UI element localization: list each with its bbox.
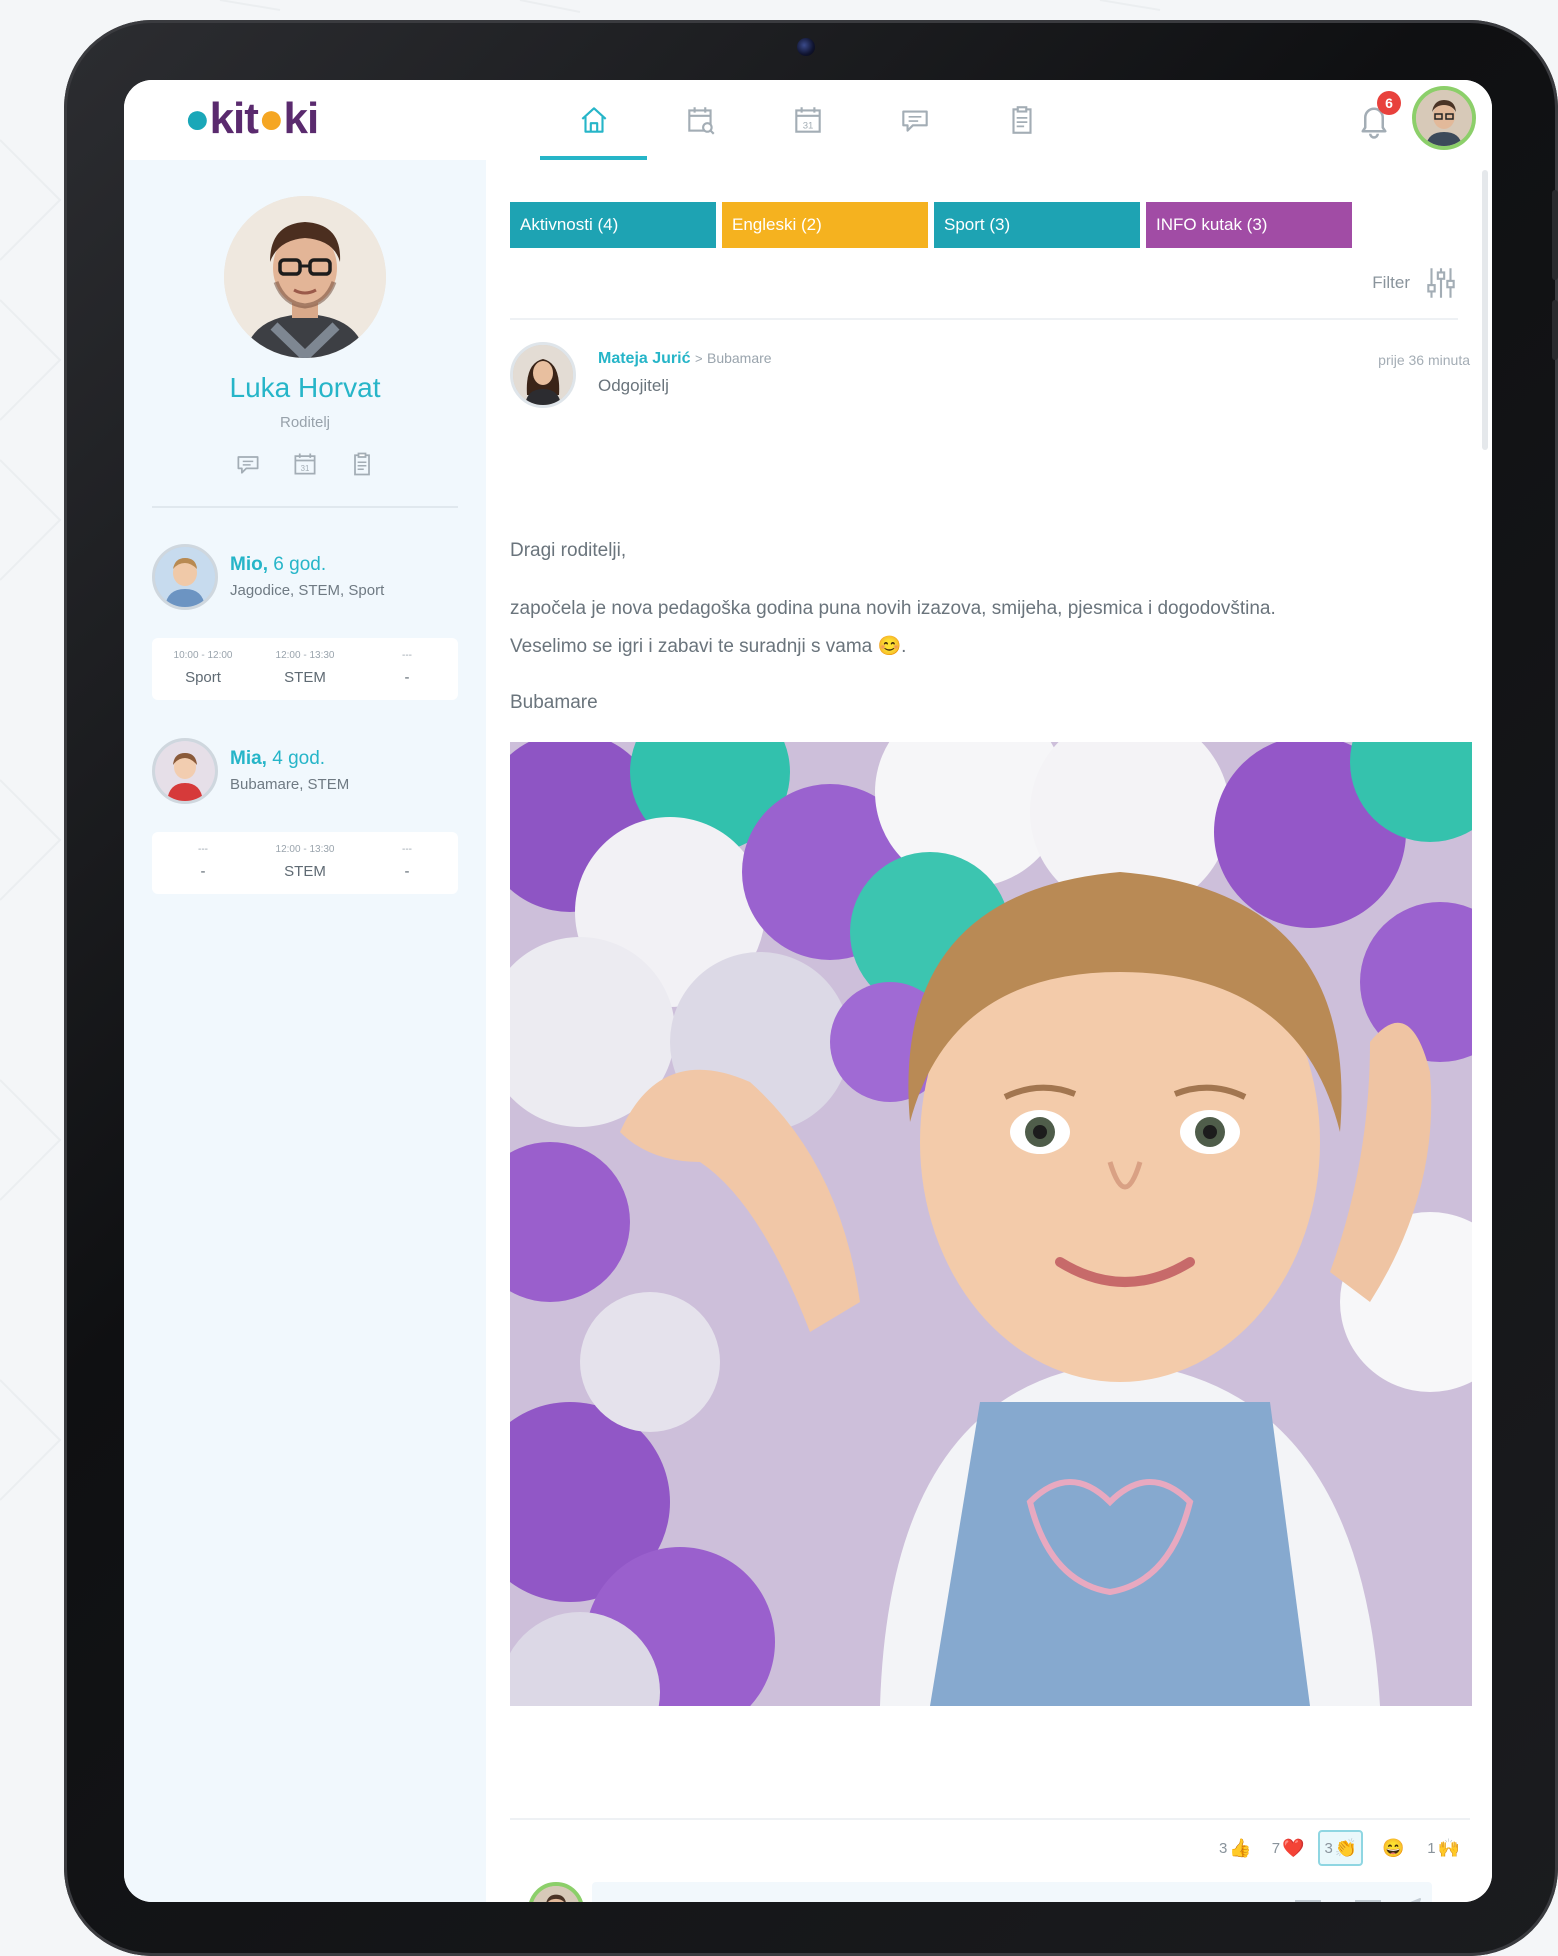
tab-info-kutak[interactable]: INFO kutak (3) <box>1146 202 1352 248</box>
clap-icon: 👏 <box>1334 1837 1358 1858</box>
child-schedule: --- - 12:00 - 13:30 STEM --- - <box>152 832 458 894</box>
svg-text:31: 31 <box>802 121 813 132</box>
nav-calendar[interactable]: 31 <box>754 80 861 160</box>
filter-button[interactable]: Filter <box>1372 264 1458 302</box>
author-photo <box>513 345 573 405</box>
reaction-celebrate[interactable]: 1 🙌 <box>1421 1830 1466 1866</box>
commenter-avatar <box>528 1882 584 1902</box>
schedule-slot[interactable]: --- - <box>356 832 458 894</box>
post-signature: Bubamare <box>510 692 598 713</box>
profile-actions: 31 <box>234 450 376 478</box>
clipboard-icon[interactable] <box>348 450 376 478</box>
attach-video-icon[interactable] <box>1292 1894 1324 1902</box>
child-name: Mia, 4 god. <box>230 748 326 769</box>
child-name: Mio, 6 god. <box>230 554 327 575</box>
child-groups: Jagodice, STEM, Sport <box>230 582 385 599</box>
post-author-line: Mateja Jurić > Bubamare <box>598 350 772 367</box>
reaction-laugh[interactable]: 😄 <box>1371 1830 1413 1866</box>
front-camera <box>797 38 815 56</box>
top-bar: ●kit●ki 31 6 <box>124 80 1492 161</box>
volume-button <box>1552 300 1558 360</box>
tab-sport[interactable]: Sport (3) <box>934 202 1140 248</box>
nav-activities[interactable] <box>647 80 754 160</box>
schedule-slot[interactable]: --- - <box>356 638 458 700</box>
profile-portrait <box>224 196 386 358</box>
divider <box>510 1818 1470 1820</box>
profile-photo[interactable] <box>224 196 386 358</box>
volume-button <box>1552 190 1558 280</box>
schedule-slot[interactable]: 12:00 - 13:30 STEM <box>254 832 356 894</box>
main-nav: 31 <box>540 80 1075 160</box>
heart-icon: ❤️ <box>1282 1837 1305 1858</box>
attach-image-icon[interactable] <box>1352 1894 1384 1902</box>
tab-engleski[interactable]: Engleski (2) <box>722 202 928 248</box>
category-tabs: Aktivnosti (4) Engleski (2) Sport (3) IN… <box>510 202 1358 248</box>
tab-aktivnosti[interactable]: Aktivnosti (4) <box>510 202 716 248</box>
schedule-slot[interactable]: 10:00 - 12:00 Sport <box>152 638 254 700</box>
scrollbar[interactable] <box>1482 170 1488 450</box>
chat-bubble-icon <box>901 110 928 132</box>
calendar-search-icon <box>687 107 715 135</box>
chat-bubble-icon[interactable] <box>234 450 262 478</box>
schedule-slot[interactable]: --- - <box>152 832 254 894</box>
reaction-like[interactable]: 3 👍 <box>1213 1830 1258 1866</box>
child-photo <box>155 547 215 607</box>
post-text-line: započela je nova pedagoška godina puna n… <box>510 598 1276 619</box>
calendar-icon[interactable]: 31 <box>291 450 319 478</box>
avatar-photo <box>1416 90 1472 146</box>
child-card-mio[interactable]: Mio, 6 god. Jagodice, STEM, Sport <box>152 544 458 614</box>
calendar-icon: 31 <box>794 107 821 133</box>
post-author-role: Odgojitelj <box>598 376 669 395</box>
post-time: prije 36 minuta <box>1378 352 1470 368</box>
nav-home[interactable] <box>540 80 647 160</box>
profile-name: Luka Horvat <box>229 372 381 403</box>
author-avatar[interactable] <box>510 342 576 408</box>
send-icon[interactable] <box>1392 1894 1424 1902</box>
schedule-slot[interactable]: 12:00 - 13:30 STEM <box>254 638 356 700</box>
divider <box>510 318 1458 320</box>
home-icon <box>581 107 606 133</box>
sidebar-divider <box>152 506 458 508</box>
post-greeting: Dragi roditelji, <box>510 540 627 561</box>
post-photo[interactable] <box>510 742 1472 1706</box>
notification-badge: 6 <box>1377 91 1401 115</box>
sliders-icon <box>1427 268 1455 298</box>
filter-label: Filter <box>1372 273 1410 292</box>
reaction-clap[interactable]: 3 👏 <box>1318 1830 1364 1866</box>
profile-role: Roditelj <box>279 414 331 431</box>
okitoki-logo[interactable]: ●kit●ki <box>184 94 319 144</box>
post-group[interactable]: Bubamare <box>707 350 772 366</box>
news-feed: Aktivnosti (4) Engleski (2) Sport (3) IN… <box>486 160 1492 1902</box>
post-author[interactable]: Mateja Jurić <box>598 350 690 367</box>
post-text-line: Veselimo se igri i zabavi te suradnji s … <box>510 636 907 657</box>
child-schedule: 10:00 - 12:00 Sport 12:00 - 13:30 STEM ---… <box>152 638 458 700</box>
child-avatar <box>152 738 218 804</box>
child-card-mia[interactable]: Mia, 4 god. Bubamare, STEM <box>152 738 458 808</box>
reaction-heart[interactable]: 7 ❤️ <box>1266 1830 1311 1866</box>
reactions-bar: 3 👍 7 ❤️ 3 👏 😄 1 🙌 <box>1213 1830 1466 1866</box>
child-photo <box>155 741 215 801</box>
profile-sidebar: Luka Horvat Roditelj 31 Mio, 6 god. Jago… <box>124 160 487 1902</box>
post-image <box>510 742 1472 1706</box>
comment-input[interactable] <box>610 1882 1214 1902</box>
child-groups: Bubamare, STEM <box>230 776 350 793</box>
clipboard-icon <box>1011 106 1032 134</box>
child-avatar <box>152 544 218 610</box>
nav-messages[interactable] <box>861 80 968 160</box>
nav-notes[interactable] <box>968 80 1075 160</box>
svg-text:31: 31 <box>301 464 310 473</box>
avatar-photo <box>532 1886 580 1902</box>
app-screen: ●kit●ki 31 6 Luka Horvat Roditelj 31 Mio… <box>124 80 1492 1902</box>
raised-hands-icon: 🙌 <box>1437 1837 1460 1858</box>
laugh-icon: 😄 <box>1382 1837 1405 1858</box>
user-avatar[interactable] <box>1412 86 1476 150</box>
comment-box <box>592 1882 1432 1902</box>
thumbs-up-icon: 👍 <box>1229 1837 1252 1858</box>
